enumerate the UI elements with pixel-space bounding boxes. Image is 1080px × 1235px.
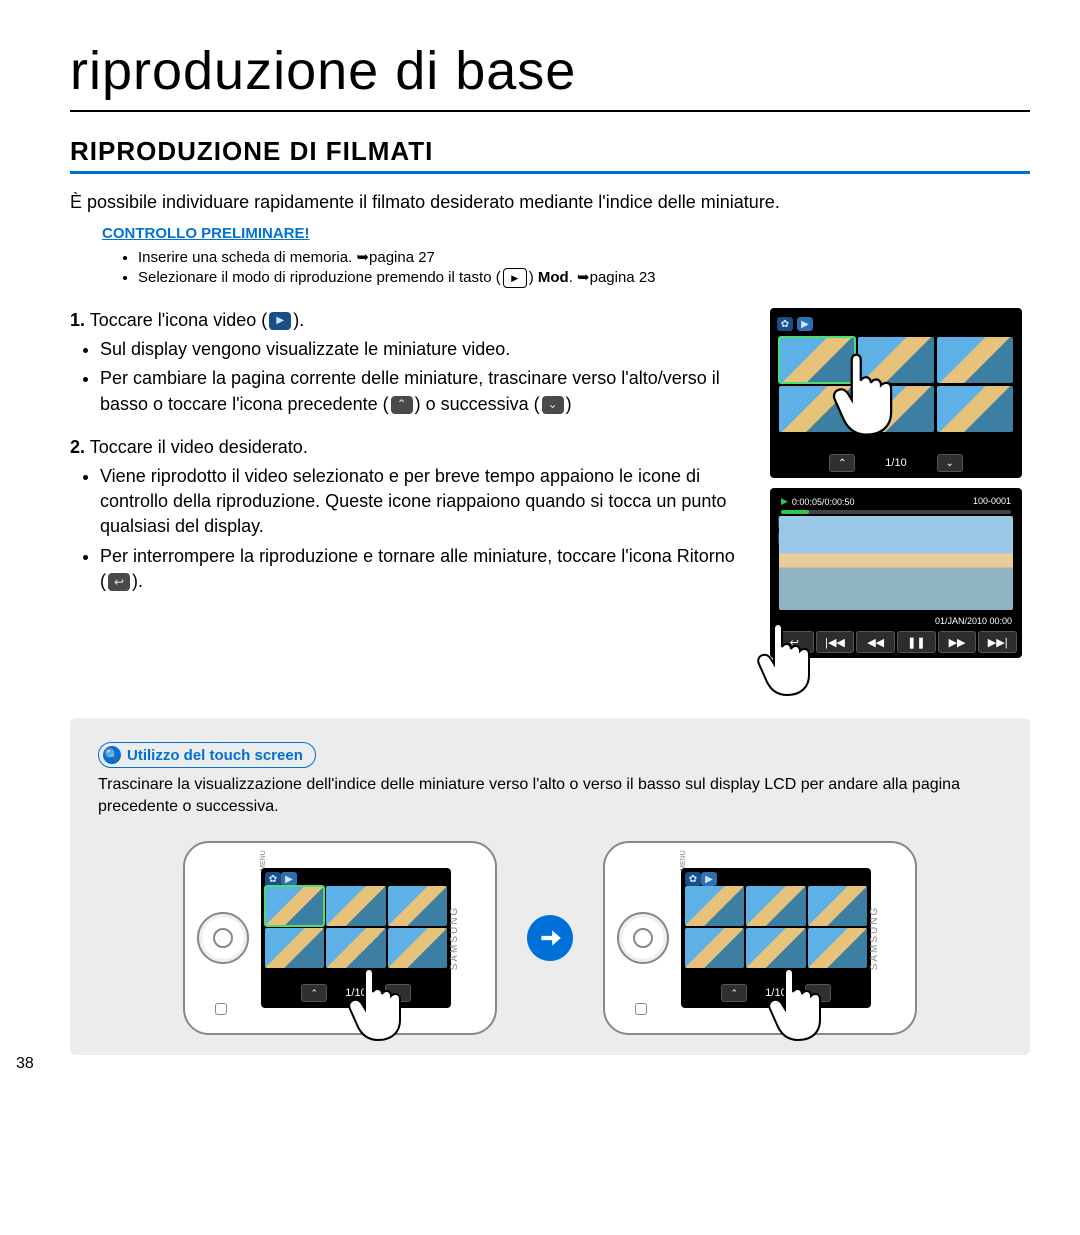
touch-hand-icon: [828, 348, 898, 438]
brand-label: SAMSUNG: [449, 906, 460, 971]
thumbnail: [808, 886, 867, 926]
tip-box: 🔍 Utilizzo del touch screen Trascinare l…: [70, 718, 1030, 1055]
return-icon: [108, 573, 130, 591]
prelim-item: Inserire una scheda di memoria. ➥pagina …: [138, 248, 1030, 266]
tip-text: Trascinare la visualizzazione dell'indic…: [98, 774, 1002, 817]
page-counter: 1/10: [885, 457, 906, 469]
progress-bar: [781, 510, 1011, 514]
page-down-button: ⌄: [937, 454, 963, 472]
step-bullet: Sul display vengono visualizzate le mini…: [100, 337, 742, 362]
thumbnail: [326, 886, 385, 926]
page-up-button: ⌃: [721, 984, 747, 1002]
section-heading: RIPRODUZIONE DI FILMATI: [70, 136, 1030, 174]
touch-hand-icon: [345, 963, 405, 1043]
page-number: 38: [16, 1055, 34, 1073]
preliminary-check-label: CONTROLLO PRELIMINARE!: [102, 225, 1030, 242]
page-down-icon: [542, 396, 564, 414]
arrow-right-icon: [527, 915, 573, 961]
preliminary-check-list: Inserire una scheda di memoria. ➥pagina …: [98, 248, 1030, 288]
joystick-icon: [617, 912, 669, 964]
thumbnail: [388, 928, 447, 968]
page-up-button: ⌃: [829, 454, 855, 472]
device-illustration: MENU ✿▶ ⌃ 1/10 ⌄: [603, 841, 917, 1035]
step-1: 1. Toccare l'icona video (). Sul display…: [70, 308, 742, 417]
brand-label: SAMSUNG: [869, 906, 880, 971]
play-mode-icon: [503, 268, 527, 288]
photo-tab-icon: ✿: [777, 317, 793, 331]
page-up-button: ⌃: [301, 984, 327, 1002]
screenshot-thumbnail-index: ✿ ▶ ⌃ 1/10 ⌄: [770, 308, 1022, 478]
clip-id: 100-0001: [973, 496, 1011, 507]
small-button-icon: [635, 1003, 647, 1015]
thumbnail: [937, 386, 1013, 432]
step-bullet: Viene riprodotto il video selezionato e …: [100, 464, 742, 540]
thumbnail: [685, 928, 744, 968]
step-2: 2. Toccare il video desiderato. Viene ri…: [70, 435, 742, 594]
screenshot-playback: ▶0:00:05/0:00:50 100-0001 01/JAN/2010 00…: [770, 488, 1022, 658]
prev-clip-button: |◀◀: [816, 631, 855, 653]
thumbnail: [265, 928, 324, 968]
thumbnail: [937, 337, 1013, 383]
thumbnail: [685, 886, 744, 926]
page-up-icon: [391, 396, 413, 414]
video-tab-icon: ▶: [281, 872, 297, 886]
thumbnail: [388, 886, 447, 926]
photo-tab-icon: ✿: [265, 872, 281, 886]
photo-tab-icon: ✿: [685, 872, 701, 886]
prelim-item: Selezionare il modo di riproduzione prem…: [138, 268, 1030, 288]
tip-title: Utilizzo del touch screen: [127, 747, 303, 764]
video-frame: [779, 516, 1013, 610]
recording-date: 01/JAN/2010 00:00: [935, 616, 1012, 626]
thumbnail: [746, 928, 805, 968]
touch-hand-icon: [754, 618, 814, 698]
playback-time: 0:00:05/0:00:50: [792, 497, 855, 507]
rewind-button: ◀◀: [856, 631, 895, 653]
tip-header: 🔍 Utilizzo del touch screen: [98, 742, 316, 768]
page-title: riproduzione di base: [70, 40, 1030, 112]
next-clip-button: ▶▶|: [978, 631, 1017, 653]
pause-button: ❚❚: [897, 631, 936, 653]
video-tab-icon: [269, 312, 291, 330]
thumbnail: [808, 928, 867, 968]
step-bullet: Per cambiare la pagina corrente delle mi…: [100, 366, 742, 416]
thumbnail: [746, 886, 805, 926]
device-illustration: MENU ✿▶ ⌃ 1/10 ⌄: [183, 841, 497, 1035]
magnifier-icon: 🔍: [103, 746, 121, 764]
intro-text: È possibile individuare rapidamente il f…: [70, 192, 1030, 213]
touch-hand-icon: [765, 963, 825, 1043]
thumbnail: [326, 928, 385, 968]
step-bullet: Per interrompere la riproduzione e torna…: [100, 544, 742, 594]
forward-button: ▶▶: [938, 631, 977, 653]
video-tab-icon: ▶: [701, 872, 717, 886]
video-tab-icon: ▶: [797, 317, 813, 331]
small-button-icon: [215, 1003, 227, 1015]
thumbnail: [265, 886, 324, 926]
joystick-icon: [197, 912, 249, 964]
